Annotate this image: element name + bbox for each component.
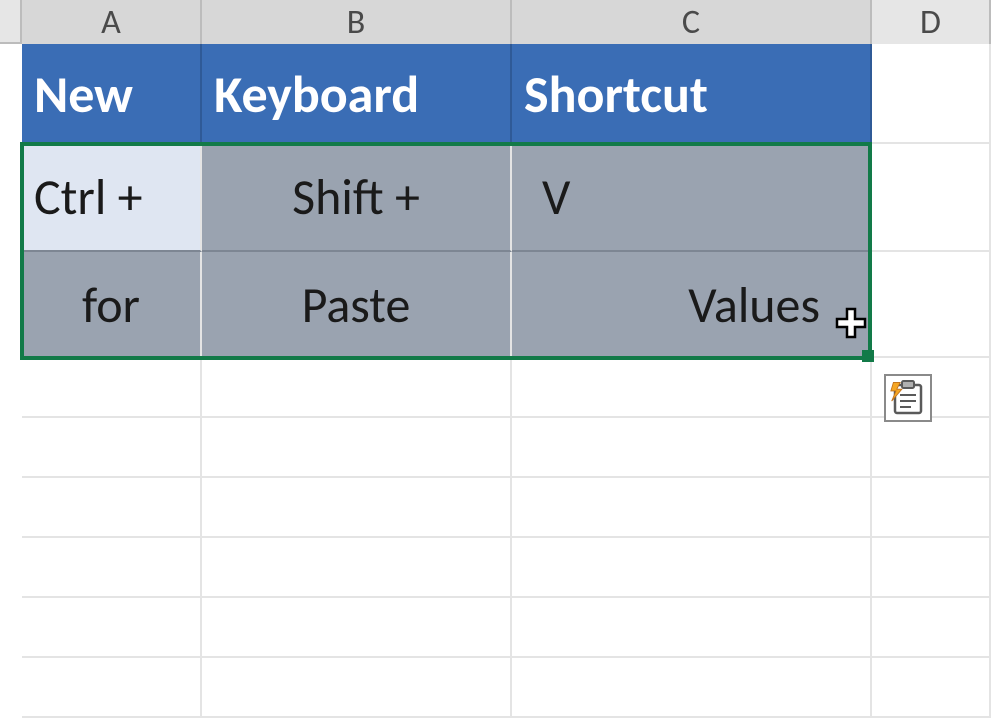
cell-B8[interactable] (202, 598, 512, 658)
cell-D1[interactable] (872, 44, 991, 144)
paste-options-button[interactable] (884, 374, 932, 422)
cell-B5[interactable] (202, 418, 512, 478)
cell-A9[interactable] (22, 658, 202, 718)
column-header-C[interactable]: C (512, 0, 872, 44)
cell-B6[interactable] (202, 478, 512, 538)
cell-A2-active[interactable]: Ctrl + (22, 144, 202, 252)
cells-layer: New Keyboard Shortcut Ctrl + Shift + V f… (22, 44, 991, 720)
cell-B7[interactable] (202, 538, 512, 598)
cell-C9[interactable] (512, 658, 872, 718)
cell-D5[interactable] (872, 418, 991, 478)
cell-C8[interactable] (512, 598, 872, 658)
column-header-A[interactable]: A (22, 0, 202, 44)
cell-A4[interactable] (22, 358, 202, 418)
cell-B3[interactable]: Paste (202, 252, 512, 358)
cell-D7[interactable] (872, 538, 991, 598)
cell-C5[interactable] (512, 418, 872, 478)
cell-D3[interactable] (872, 252, 991, 358)
cell-D9[interactable] (872, 658, 991, 718)
cell-D8[interactable] (872, 598, 991, 658)
column-headers-row: A B C D (0, 0, 991, 44)
cell-A6[interactable] (22, 478, 202, 538)
cell-A1[interactable]: New (22, 44, 202, 144)
cell-C3[interactable]: Values (512, 252, 872, 358)
cell-A5[interactable] (22, 418, 202, 478)
cell-C4[interactable] (512, 358, 872, 418)
column-header-D[interactable]: D (872, 0, 991, 44)
column-header-B[interactable]: B (202, 0, 512, 44)
cell-B4[interactable] (202, 358, 512, 418)
cell-A7[interactable] (22, 538, 202, 598)
cell-C7[interactable] (512, 538, 872, 598)
cell-B2[interactable]: Shift + (202, 144, 512, 252)
grid-area: New Keyboard Shortcut Ctrl + Shift + V f… (0, 44, 991, 720)
cell-B1[interactable]: Keyboard (202, 44, 512, 144)
cell-A8[interactable] (22, 598, 202, 658)
select-all-corner[interactable] (0, 0, 22, 44)
cell-D6[interactable] (872, 478, 991, 538)
spreadsheet-viewport[interactable]: A B C D New Keyboard Shortcut Ctrl + Shi… (0, 0, 991, 720)
cell-C1[interactable]: Shortcut (512, 44, 872, 144)
cell-C2[interactable]: V (512, 144, 872, 252)
cell-B9[interactable] (202, 658, 512, 718)
cell-A3[interactable]: for (22, 252, 202, 358)
cell-D2[interactable] (872, 144, 991, 252)
cell-C6[interactable] (512, 478, 872, 538)
